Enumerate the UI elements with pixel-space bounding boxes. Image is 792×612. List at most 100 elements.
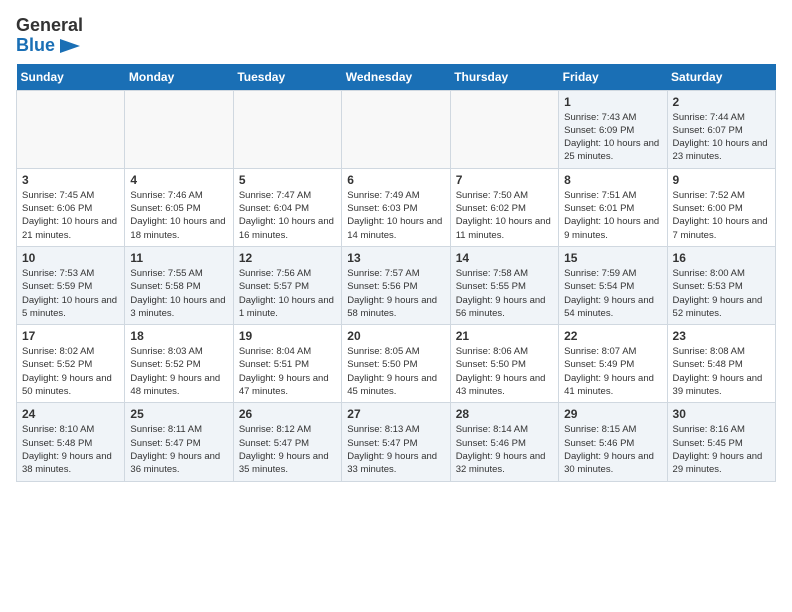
day-cell <box>450 90 558 168</box>
day-number: 30 <box>673 407 770 421</box>
header-thursday: Thursday <box>450 64 558 91</box>
day-info: Sunrise: 7:57 AM Sunset: 5:56 PM Dayligh… <box>347 267 444 320</box>
day-info: Sunrise: 7:59 AM Sunset: 5:54 PM Dayligh… <box>564 267 661 320</box>
day-number: 19 <box>239 329 336 343</box>
day-cell: 16 Sunrise: 8:00 AM Sunset: 5:53 PM Dayli… <box>667 246 775 324</box>
day-info: Sunrise: 7:47 AM Sunset: 6:04 PM Dayligh… <box>239 189 336 242</box>
day-cell: 17 Sunrise: 8:02 AM Sunset: 5:52 PM Dayli… <box>17 325 125 403</box>
day-cell: 5 Sunrise: 7:47 AM Sunset: 6:04 PM Daylig… <box>233 168 341 246</box>
day-info: Sunrise: 8:00 AM Sunset: 5:53 PM Dayligh… <box>673 267 770 320</box>
day-info: Sunrise: 8:12 AM Sunset: 5:47 PM Dayligh… <box>239 423 336 476</box>
day-cell: 3Sunrise: 7:45 AM Sunset: 6:06 PM Daylig… <box>17 168 125 246</box>
day-info: Sunrise: 8:11 AM Sunset: 5:47 PM Dayligh… <box>130 423 227 476</box>
day-number: 8 <box>564 173 661 187</box>
day-cell <box>125 90 233 168</box>
day-cell: 27 Sunrise: 8:13 AM Sunset: 5:47 PM Dayli… <box>342 403 450 481</box>
day-cell: 15 Sunrise: 7:59 AM Sunset: 5:54 PM Dayli… <box>559 246 667 324</box>
day-number: 16 <box>673 251 770 265</box>
header-saturday: Saturday <box>667 64 775 91</box>
day-number: 2 <box>673 95 770 109</box>
day-info: Sunrise: 7:52 AM Sunset: 6:00 PM Dayligh… <box>673 189 770 242</box>
day-cell: 14 Sunrise: 7:58 AM Sunset: 5:55 PM Dayli… <box>450 246 558 324</box>
day-info: Sunrise: 7:43 AM Sunset: 6:09 PM Dayligh… <box>564 111 661 164</box>
day-number: 11 <box>130 251 227 265</box>
day-number: 18 <box>130 329 227 343</box>
day-cell: 21 Sunrise: 8:06 AM Sunset: 5:50 PM Dayli… <box>450 325 558 403</box>
day-cell: 4 Sunrise: 7:46 AM Sunset: 6:05 PM Daylig… <box>125 168 233 246</box>
day-info: Sunrise: 8:05 AM Sunset: 5:50 PM Dayligh… <box>347 345 444 398</box>
header-friday: Friday <box>559 64 667 91</box>
day-info: Sunrise: 8:03 AM Sunset: 5:52 PM Dayligh… <box>130 345 227 398</box>
day-cell: 20 Sunrise: 8:05 AM Sunset: 5:50 PM Dayli… <box>342 325 450 403</box>
day-info: Sunrise: 8:16 AM Sunset: 5:45 PM Dayligh… <box>673 423 770 476</box>
day-number: 12 <box>239 251 336 265</box>
day-info: Sunrise: 7:53 AM Sunset: 5:59 PM Dayligh… <box>22 267 119 320</box>
day-info: Sunrise: 8:04 AM Sunset: 5:51 PM Dayligh… <box>239 345 336 398</box>
day-info: Sunrise: 7:51 AM Sunset: 6:01 PM Dayligh… <box>564 189 661 242</box>
day-number: 28 <box>456 407 553 421</box>
day-info: Sunrise: 7:58 AM Sunset: 5:55 PM Dayligh… <box>456 267 553 320</box>
day-cell: 24Sunrise: 8:10 AM Sunset: 5:48 PM Dayli… <box>17 403 125 481</box>
day-cell: 11 Sunrise: 7:55 AM Sunset: 5:58 PM Dayli… <box>125 246 233 324</box>
day-cell: 26 Sunrise: 8:12 AM Sunset: 5:47 PM Dayli… <box>233 403 341 481</box>
logo-blue: Blue <box>16 36 83 56</box>
day-info: Sunrise: 7:50 AM Sunset: 6:02 PM Dayligh… <box>456 189 553 242</box>
day-info: Sunrise: 7:55 AM Sunset: 5:58 PM Dayligh… <box>130 267 227 320</box>
day-number: 5 <box>239 173 336 187</box>
day-info: Sunrise: 7:45 AM Sunset: 6:06 PM Dayligh… <box>22 189 119 242</box>
week-row-5: 24Sunrise: 8:10 AM Sunset: 5:48 PM Dayli… <box>17 403 776 481</box>
week-row-3: 10 Sunrise: 7:53 AM Sunset: 5:59 PM Dayli… <box>17 246 776 324</box>
day-number: 20 <box>347 329 444 343</box>
day-number: 27 <box>347 407 444 421</box>
day-cell <box>17 90 125 168</box>
day-cell: 28 Sunrise: 8:14 AM Sunset: 5:46 PM Dayli… <box>450 403 558 481</box>
day-cell: 22Sunrise: 8:07 AM Sunset: 5:49 PM Dayli… <box>559 325 667 403</box>
day-cell: 1 Sunrise: 7:43 AM Sunset: 6:09 PM Daylig… <box>559 90 667 168</box>
day-number: 23 <box>673 329 770 343</box>
week-row-1: 1 Sunrise: 7:43 AM Sunset: 6:09 PM Daylig… <box>17 90 776 168</box>
days-header-row: SundayMondayTuesdayWednesdayThursdayFrid… <box>17 64 776 91</box>
day-info: Sunrise: 8:14 AM Sunset: 5:46 PM Dayligh… <box>456 423 553 476</box>
day-info: Sunrise: 8:08 AM Sunset: 5:48 PM Dayligh… <box>673 345 770 398</box>
day-number: 1 <box>564 95 661 109</box>
header-wednesday: Wednesday <box>342 64 450 91</box>
day-number: 25 <box>130 407 227 421</box>
day-cell: 25 Sunrise: 8:11 AM Sunset: 5:47 PM Dayli… <box>125 403 233 481</box>
day-cell: 13 Sunrise: 7:57 AM Sunset: 5:56 PM Dayli… <box>342 246 450 324</box>
day-number: 17 <box>22 329 119 343</box>
day-cell <box>233 90 341 168</box>
day-info: Sunrise: 7:56 AM Sunset: 5:57 PM Dayligh… <box>239 267 336 320</box>
day-cell <box>342 90 450 168</box>
day-info: Sunrise: 8:06 AM Sunset: 5:50 PM Dayligh… <box>456 345 553 398</box>
day-number: 21 <box>456 329 553 343</box>
header: General Blue <box>16 16 776 56</box>
logo: General Blue <box>16 16 83 56</box>
day-info: Sunrise: 7:46 AM Sunset: 6:05 PM Dayligh… <box>130 189 227 242</box>
day-number: 29 <box>564 407 661 421</box>
day-number: 15 <box>564 251 661 265</box>
day-number: 24 <box>22 407 119 421</box>
day-cell: 6Sunrise: 7:49 AM Sunset: 6:03 PM Daylig… <box>342 168 450 246</box>
day-cell: 29Sunrise: 8:15 AM Sunset: 5:46 PM Dayli… <box>559 403 667 481</box>
day-number: 13 <box>347 251 444 265</box>
day-number: 9 <box>673 173 770 187</box>
day-number: 26 <box>239 407 336 421</box>
day-info: Sunrise: 8:02 AM Sunset: 5:52 PM Dayligh… <box>22 345 119 398</box>
day-info: Sunrise: 7:44 AM Sunset: 6:07 PM Dayligh… <box>673 111 770 164</box>
header-monday: Monday <box>125 64 233 91</box>
week-row-2: 3Sunrise: 7:45 AM Sunset: 6:06 PM Daylig… <box>17 168 776 246</box>
day-number: 10 <box>22 251 119 265</box>
header-sunday: Sunday <box>17 64 125 91</box>
day-number: 14 <box>456 251 553 265</box>
logo-general: General <box>16 16 83 36</box>
day-info: Sunrise: 8:13 AM Sunset: 5:47 PM Dayligh… <box>347 423 444 476</box>
day-cell: 8 Sunrise: 7:51 AM Sunset: 6:01 PM Daylig… <box>559 168 667 246</box>
logo-arrow-icon <box>60 39 80 53</box>
day-number: 22 <box>564 329 661 343</box>
day-cell: 18 Sunrise: 8:03 AM Sunset: 5:52 PM Dayli… <box>125 325 233 403</box>
header-tuesday: Tuesday <box>233 64 341 91</box>
day-cell: 10 Sunrise: 7:53 AM Sunset: 5:59 PM Dayli… <box>17 246 125 324</box>
day-cell: 30 Sunrise: 8:16 AM Sunset: 5:45 PM Dayli… <box>667 403 775 481</box>
day-number: 4 <box>130 173 227 187</box>
day-number: 7 <box>456 173 553 187</box>
